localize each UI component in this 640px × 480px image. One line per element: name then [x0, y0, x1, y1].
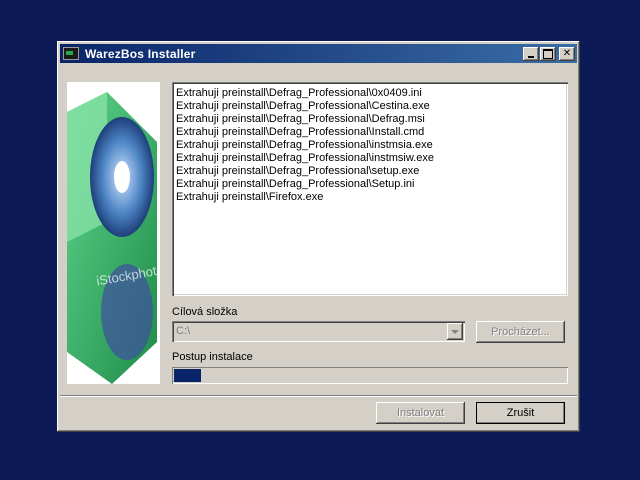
log-line: Extrahuji preinstall\Defrag_Professional…: [176, 100, 430, 112]
minimize-button[interactable]: [523, 46, 539, 61]
maximize-icon: [543, 48, 553, 59]
separator-highlight: [60, 396, 577, 397]
log-line: Extrahuji preinstall\Defrag_Professional…: [176, 126, 425, 138]
cancel-button[interactable]: Zrušit: [476, 402, 565, 424]
extraction-log[interactable]: Extrahuji preinstall\Defrag_Professional…: [172, 82, 568, 296]
log-line: Extrahuji preinstall\Firefox.exe: [176, 191, 324, 203]
progress-fill: [174, 369, 201, 382]
installer-window: WarezBos Installer ✕ iStockphoto Extrahu…: [57, 41, 580, 432]
install-progress-bar: [172, 367, 568, 384]
window-title: WarezBos Installer: [85, 46, 196, 61]
installer-image: iStockphoto: [67, 82, 160, 384]
close-button[interactable]: ✕: [559, 46, 575, 61]
progress-label: Postup instalace: [172, 351, 253, 363]
destination-combo[interactable]: C:\: [172, 321, 465, 342]
destination-label: Cílová složka: [172, 306, 238, 318]
log-line: Extrahuji preinstall\Defrag_Professional…: [176, 139, 433, 151]
log-line: Extrahuji preinstall\Defrag_Professional…: [176, 152, 435, 164]
app-icon: [63, 47, 79, 60]
close-icon: ✕: [562, 47, 572, 59]
minimize-icon: [528, 55, 534, 58]
browse-button[interactable]: Procházet...: [476, 321, 565, 343]
log-line: Extrahuji preinstall\Defrag_Professional…: [176, 113, 425, 125]
log-line: Extrahuji preinstall\Defrag_Professional…: [176, 87, 422, 99]
chevron-down-icon: [451, 329, 459, 334]
maximize-button[interactable]: [540, 46, 556, 61]
disc-hole: [114, 161, 130, 193]
title-bar[interactable]: WarezBos Installer ✕: [60, 44, 577, 63]
install-button[interactable]: Instalovat: [376, 402, 465, 424]
log-line: Extrahuji preinstall\Defrag_Professional…: [176, 178, 415, 190]
dropdown-button[interactable]: [447, 323, 463, 340]
log-line: Extrahuji preinstall\Defrag_Professional…: [176, 165, 420, 177]
destination-value: C:\: [176, 325, 191, 337]
software-box-illustration: iStockphoto: [67, 92, 160, 384]
